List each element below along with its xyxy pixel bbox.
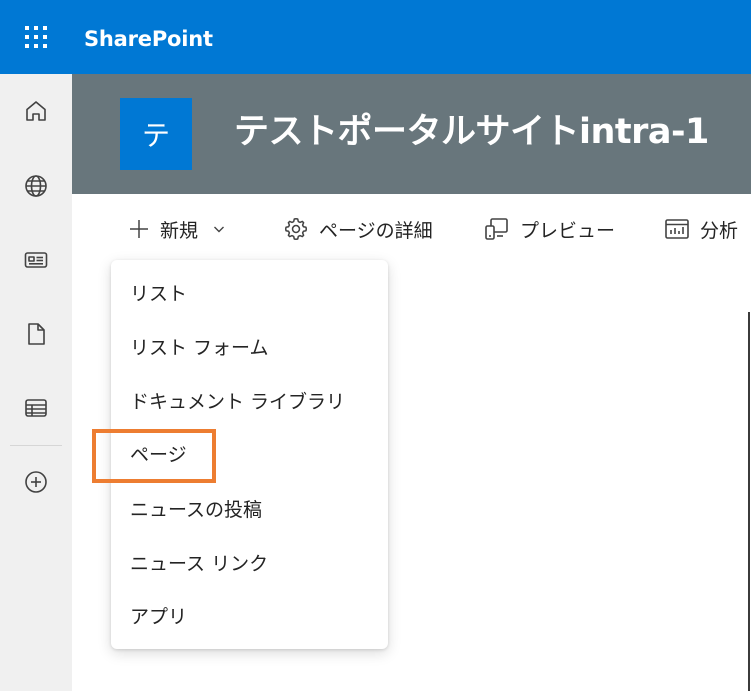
site-logo[interactable]: テ: [120, 98, 192, 170]
app-bar: [0, 74, 72, 691]
new-menu: リスト リスト フォーム ドキュメント ライブラリ ページ ニュースの投稿 ニュ…: [111, 260, 388, 649]
preview-device-icon: [485, 218, 508, 240]
site-header: テ テストポータルサイトintra-1: [72, 74, 751, 194]
menu-item-page[interactable]: ページ: [111, 429, 388, 481]
site-title[interactable]: テストポータルサイトintra-1: [234, 102, 709, 162]
add-icon: [130, 220, 148, 238]
menu-item-document-library[interactable]: ドキュメント ライブラリ: [111, 376, 388, 428]
app-bar-news[interactable]: [0, 232, 72, 288]
home-icon: [26, 101, 46, 121]
app-launcher-icon: [25, 26, 47, 48]
new-button-label: 新規: [160, 219, 199, 242]
analytics-button[interactable]: 分析: [664, 205, 738, 253]
app-name-link[interactable]: SharePoint: [84, 0, 213, 74]
menu-item-list[interactable]: リスト: [111, 268, 388, 320]
news-icon: [24, 252, 48, 268]
globe-icon: [25, 175, 47, 197]
analytics-label: 分析: [700, 219, 739, 242]
page-details-button[interactable]: ページの詳細: [283, 205, 433, 253]
menu-item-app[interactable]: アプリ: [111, 591, 388, 643]
suite-bar: SharePoint: [0, 0, 751, 74]
app-bar-lists[interactable]: [0, 380, 72, 436]
app-bar-divider: [10, 445, 62, 446]
add-circle-icon: [25, 471, 47, 493]
app-bar-files[interactable]: [0, 306, 72, 362]
menu-item-list-form[interactable]: リスト フォーム: [111, 322, 388, 374]
app-bar-sites[interactable]: [0, 158, 72, 214]
app-bar-create[interactable]: [0, 454, 72, 510]
gear-icon: [284, 217, 308, 241]
menu-item-news-link[interactable]: ニュース リンク: [111, 538, 388, 590]
menu-item-news-post[interactable]: ニュースの投稿: [111, 484, 388, 536]
chevron-down-icon: [214, 226, 225, 233]
preview-label: プレビュー: [520, 219, 616, 242]
analytics-icon: [665, 219, 689, 239]
app-bar-home[interactable]: [0, 83, 72, 139]
app-launcher-button[interactable]: [0, 0, 72, 74]
preview-button[interactable]: プレビュー: [484, 205, 615, 253]
lists-icon: [25, 399, 47, 417]
page-details-label: ページの詳細: [319, 219, 433, 242]
canvas-edge: [748, 312, 750, 691]
new-button[interactable]: 新規: [128, 205, 226, 253]
document-icon: [28, 323, 45, 345]
